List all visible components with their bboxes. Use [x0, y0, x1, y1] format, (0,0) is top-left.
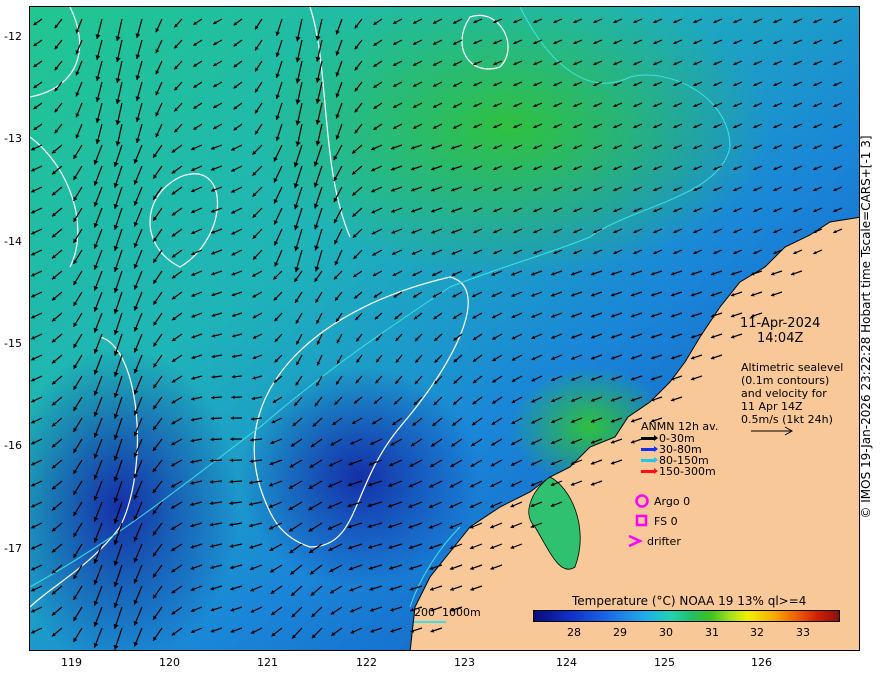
- drifter-legend: drifter: [626, 533, 681, 549]
- lat-label: -12: [4, 30, 22, 43]
- lat-label: -13: [4, 132, 22, 145]
- lon-label: 120: [159, 656, 180, 669]
- altimetry-line: and velocity for: [741, 387, 827, 400]
- isobath-scale-label: 200 1000m: [414, 606, 481, 619]
- anmn-label: 150-300m: [659, 465, 716, 478]
- colorbar-tick: 28: [567, 626, 581, 639]
- lon-label: 123: [454, 656, 475, 669]
- colorbar-tick: 33: [796, 626, 810, 639]
- isobath-swatch: [414, 621, 446, 623]
- arrow-icon: [641, 468, 658, 474]
- lat-label: -14: [4, 235, 22, 248]
- colorbar-title: Temperature (°C) NOAA 19 13% ql>=4: [572, 594, 807, 608]
- colorbar-tick: 29: [613, 626, 627, 639]
- date-text: 11-Apr-2024: [740, 316, 821, 331]
- arrow-icon: [641, 457, 658, 463]
- credit-text: © IMOS 19-Jan-2026 23:22:28 Hobart time …: [859, 135, 873, 519]
- lon-label: 124: [556, 656, 577, 669]
- temperature-colorbar: [533, 610, 840, 622]
- date-time-block: 11-Apr-2024 14:04Z: [740, 316, 820, 346]
- altimetry-line: (0.1m contours): [741, 374, 830, 387]
- anmn-legend-row: 150-300m: [641, 465, 718, 478]
- arrow-icon: [641, 446, 658, 452]
- arrow-icon: [641, 435, 658, 441]
- chevron-right-icon: [628, 534, 644, 548]
- altimetry-line: 11 Apr 14Z: [741, 400, 803, 413]
- sst-map: [30, 7, 859, 650]
- fs-legend: FS 0: [634, 513, 678, 529]
- square-icon: [635, 514, 648, 527]
- fs-label: FS 0: [654, 514, 678, 528]
- lon-label: 122: [356, 656, 377, 669]
- lat-label: -15: [4, 337, 22, 350]
- altimetry-line: Altimetric sealevel: [741, 361, 844, 374]
- altimetry-line: 0.5m/s (1kt 24h): [741, 413, 833, 426]
- altimetry-legend: Altimetric sealevel (0.1m contours) and …: [741, 361, 843, 426]
- drifter-label: drifter: [647, 534, 681, 548]
- circle-icon: [635, 494, 649, 508]
- colorbar-tick: 32: [750, 626, 764, 639]
- lon-label: 121: [257, 656, 278, 669]
- colorbar-tick: 30: [659, 626, 673, 639]
- map-panel[interactable]: [29, 6, 860, 651]
- colorbar-tick: 31: [705, 626, 719, 639]
- isobath-scale: 200 1000m: [414, 606, 481, 623]
- anmn-legend: ANMN 12h av. 0-30m 30-80m 80-150m 150-30…: [641, 420, 718, 478]
- lat-label: -17: [4, 542, 22, 555]
- time-text: 14:04Z: [757, 331, 804, 346]
- lon-label: 119: [61, 656, 82, 669]
- lat-label: -16: [4, 439, 22, 452]
- lon-label: 125: [654, 656, 675, 669]
- scale-arrow-icon: [751, 426, 794, 436]
- lon-label: 126: [751, 656, 772, 669]
- argo-label: Argo 0: [654, 494, 691, 508]
- argo-legend: Argo 0: [634, 493, 690, 509]
